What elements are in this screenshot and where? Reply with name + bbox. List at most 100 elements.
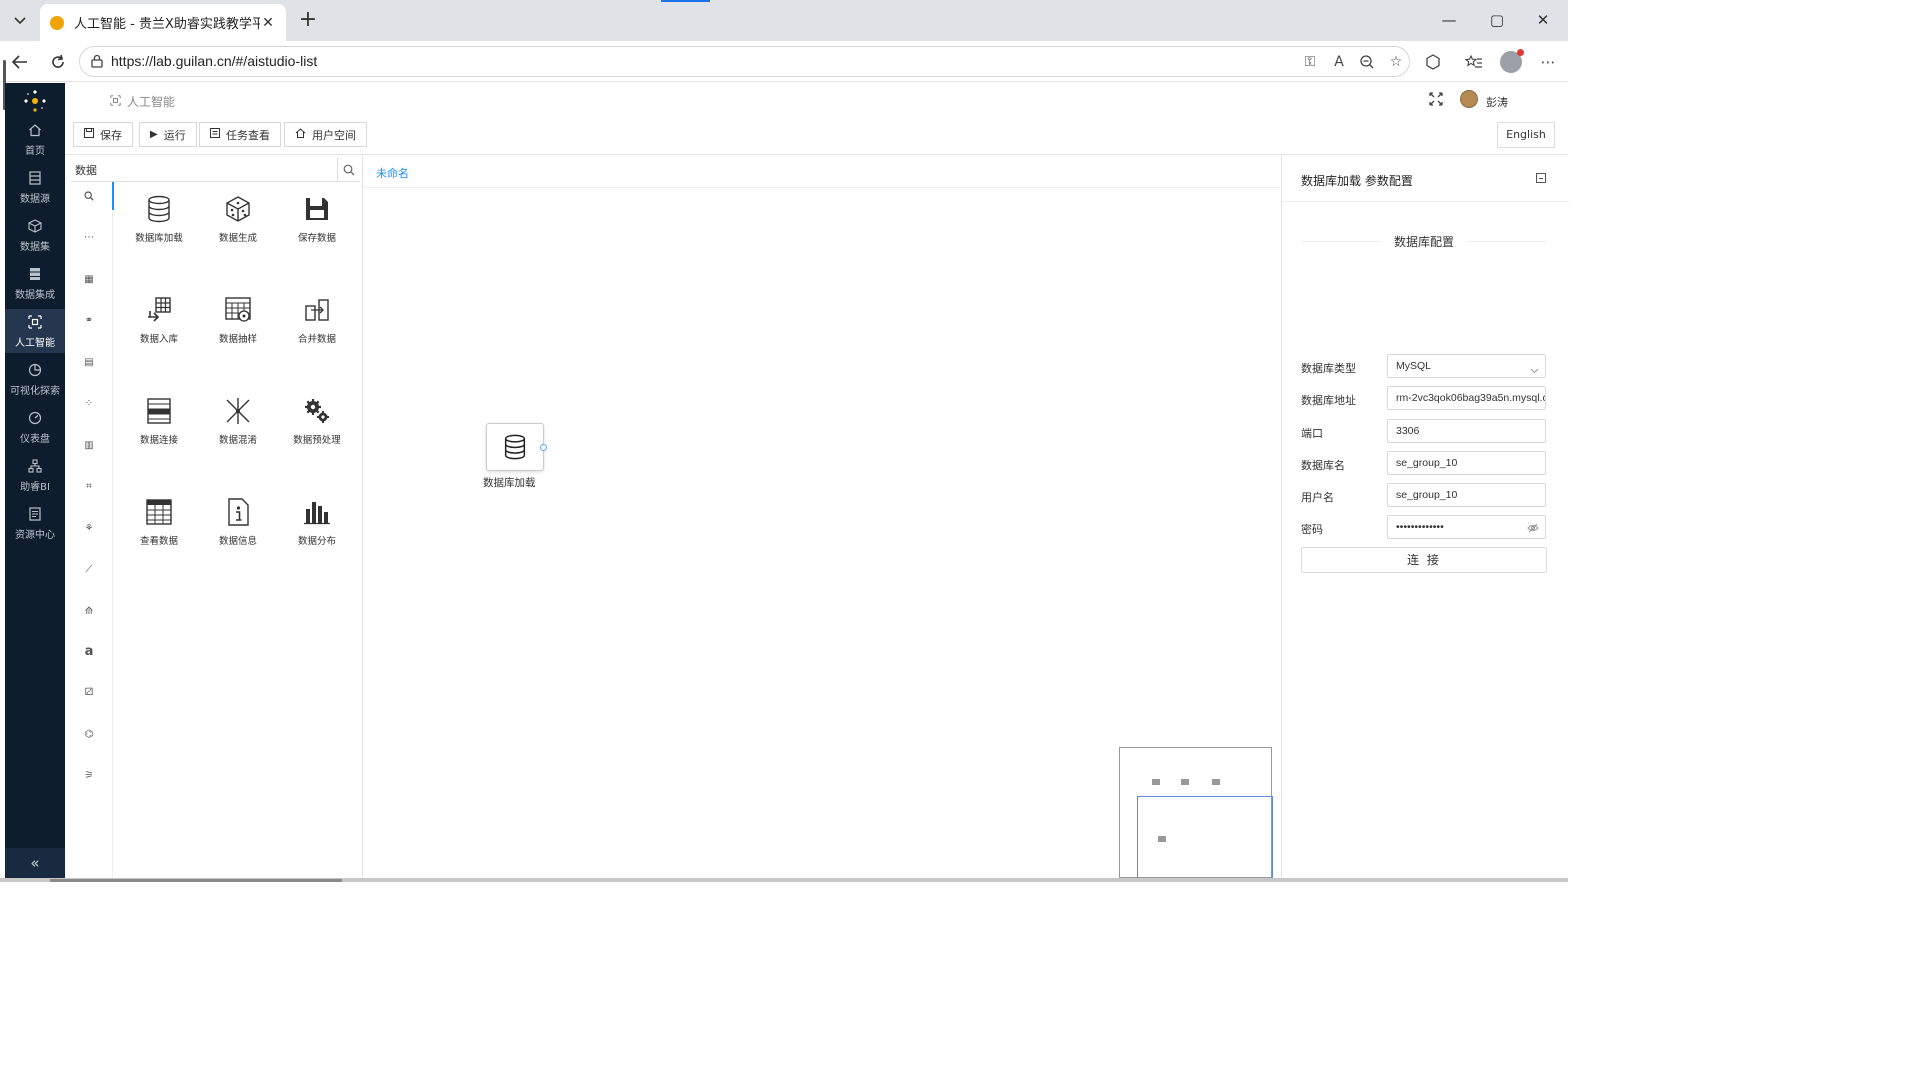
category-more-icon[interactable]: ⋯: [77, 225, 101, 249]
breadcrumb-label[interactable]: 人工智能: [127, 93, 175, 110]
port-input[interactable]: 3306: [1387, 419, 1546, 443]
db-name-input[interactable]: se_group_10: [1387, 451, 1546, 475]
connect-button[interactable]: 连 接: [1301, 547, 1547, 573]
save-icon: [84, 128, 94, 141]
extensions-icon[interactable]: [1421, 50, 1445, 74]
component-db-load[interactable]: 数据库加载: [119, 192, 199, 272]
sidebar-item-dashboard[interactable]: 仪表盘: [5, 405, 65, 449]
workflow-node-db-load[interactable]: [486, 423, 547, 471]
favorites-list-icon[interactable]: [1462, 50, 1486, 74]
component-data-generate[interactable]: 数据生成: [198, 192, 278, 272]
database-icon: [148, 195, 170, 223]
category-tree-icon[interactable]: ⚘: [77, 516, 101, 540]
component-data-shuffle[interactable]: 数据混淆: [198, 394, 278, 474]
category-grid-icon[interactable]: ⁘: [77, 391, 101, 415]
password-input[interactable]: •••••••••••••: [1387, 515, 1546, 539]
horizontal-scrollbar[interactable]: [50, 879, 342, 882]
visual-explore-icon: [27, 362, 43, 378]
sidebar-item-bi[interactable]: 助睿BI: [5, 453, 65, 497]
component-data-info[interactable]: 数据信息: [198, 495, 278, 575]
sidebar-item-resource-center[interactable]: 资源中心: [5, 501, 65, 545]
sidebar-item-visual-explore[interactable]: 可视化探索: [5, 357, 65, 401]
category-text-icon[interactable]: a: [77, 639, 101, 663]
category-network-icon[interactable]: ⌬: [77, 722, 101, 746]
zoom-out-icon[interactable]: [1357, 52, 1377, 72]
eye-hidden-icon[interactable]: [1527, 522, 1539, 534]
maximize-button[interactable]: ▢: [1474, 8, 1520, 32]
sidebar-collapse-button[interactable]: «: [5, 848, 65, 878]
user-name[interactable]: 彭涛: [1486, 94, 1508, 110]
back-arrow-icon[interactable]: [6, 48, 34, 76]
category-scatter-icon[interactable]: ⟰: [77, 599, 101, 623]
chevron-down-icon: [1530, 360, 1539, 377]
sidebar-item-home[interactable]: 首页: [5, 117, 65, 161]
shuffle-icon: [226, 398, 250, 424]
save-button[interactable]: 保存: [73, 122, 133, 147]
window-close-button[interactable]: ✕: [1520, 8, 1566, 32]
ai-breadcrumb-icon: [110, 94, 121, 109]
category-list-icon[interactable]: ▤: [77, 350, 101, 374]
component-label: 数据库加载: [135, 233, 183, 244]
component-save-data[interactable]: 保存数据: [277, 192, 357, 272]
favorite-star-icon[interactable]: ☆: [1386, 52, 1406, 72]
category-table-icon[interactable]: ▦: [77, 267, 101, 291]
component-data-preprocess[interactable]: 数据预处理: [277, 394, 357, 474]
username-input[interactable]: se_group_10: [1387, 483, 1546, 507]
tab-close-icon[interactable]: ✕: [260, 15, 276, 31]
tab-list-dropdown-icon[interactable]: [6, 7, 34, 35]
db-name-label: 数据库名: [1301, 459, 1345, 472]
category-cluster-icon[interactable]: ⚂: [77, 680, 101, 704]
component-view-data[interactable]: 查看数据: [119, 495, 199, 575]
address-bar[interactable]: https://lab.guilan.cn/#/aistudio-list ⚿ …: [79, 46, 1410, 77]
db-type-value: MySQL: [1396, 360, 1432, 372]
translate-icon[interactable]: A: [1329, 52, 1349, 72]
component-label: 数据分布: [297, 536, 336, 547]
sidebar-item-datasource[interactable]: 数据源: [5, 165, 65, 209]
category-columns-icon[interactable]: ▥: [77, 433, 101, 457]
user-space-button[interactable]: 用户空间: [284, 122, 367, 147]
category-search-icon[interactable]: [77, 184, 101, 208]
sidebar-item-dataset[interactable]: 数据集: [5, 213, 65, 257]
site-info-icon[interactable]: [90, 54, 104, 68]
category-line-chart-icon[interactable]: ⟋: [77, 557, 101, 581]
category-link-icon[interactable]: ⚭: [77, 308, 101, 332]
component-label: 数据信息: [218, 536, 257, 547]
sidebar-item-label: 助睿BI: [20, 481, 50, 493]
breadcrumb: 人工智能: [110, 93, 175, 110]
more-menu-icon[interactable]: ⋯: [1536, 50, 1560, 74]
task-view-button[interactable]: 任务查看: [199, 122, 281, 147]
component-data-join[interactable]: 数据连接: [119, 394, 199, 474]
reload-icon[interactable]: [44, 48, 72, 76]
sidebar-item-ai[interactable]: 人工智能: [5, 309, 65, 353]
collapse-panel-icon[interactable]: [1536, 173, 1546, 183]
minimize-button[interactable]: —: [1426, 8, 1472, 32]
category-hash-icon[interactable]: ⌗: [77, 474, 101, 498]
component-data-distribution[interactable]: 数据分布: [277, 495, 357, 575]
sidebar-item-data-integration[interactable]: 数据集成: [5, 261, 65, 305]
language-switch-button[interactable]: English: [1497, 122, 1555, 148]
avatar[interactable]: [1460, 90, 1478, 108]
browser-tab-active[interactable]: 人工智能 - 贵兰X助睿实践教学平台 ✕: [40, 4, 286, 41]
fullscreen-icon[interactable]: [1429, 92, 1443, 106]
component-data-sample[interactable]: 数据抽样: [198, 293, 278, 373]
url-text[interactable]: https://lab.guilan.cn/#/aistudio-list: [111, 53, 317, 69]
db-type-select[interactable]: MySQL: [1387, 354, 1546, 378]
db-name-row: 数据库名 se_group_10: [1301, 451, 1547, 477]
minimap-viewport[interactable]: [1137, 796, 1273, 879]
canvas-minimap[interactable]: [1119, 747, 1273, 879]
app-logo-icon: [24, 90, 46, 112]
component-data-import[interactable]: 数据入库: [119, 293, 199, 373]
run-button[interactable]: ▶ 运行: [139, 122, 197, 147]
table-sample-icon: [225, 297, 251, 322]
search-input[interactable]: [75, 161, 335, 179]
tab-untitled[interactable]: 未命名: [376, 165, 409, 181]
workflow-canvas[interactable]: 数据库加载: [364, 188, 1280, 879]
component-merge-data[interactable]: 合并数据: [277, 293, 357, 373]
db-address-input[interactable]: rm-2vc3qok06bag39a5n.mysql.cn-chengdu.rd…: [1387, 386, 1546, 410]
new-tab-button[interactable]: +: [294, 7, 322, 35]
profile-avatar-icon[interactable]: [1499, 49, 1524, 74]
password-key-icon[interactable]: ⚿: [1300, 52, 1320, 72]
node-output-port[interactable]: [540, 444, 547, 451]
search-button[interactable]: [337, 158, 359, 182]
category-tools-icon[interactable]: ⚞: [77, 763, 101, 787]
